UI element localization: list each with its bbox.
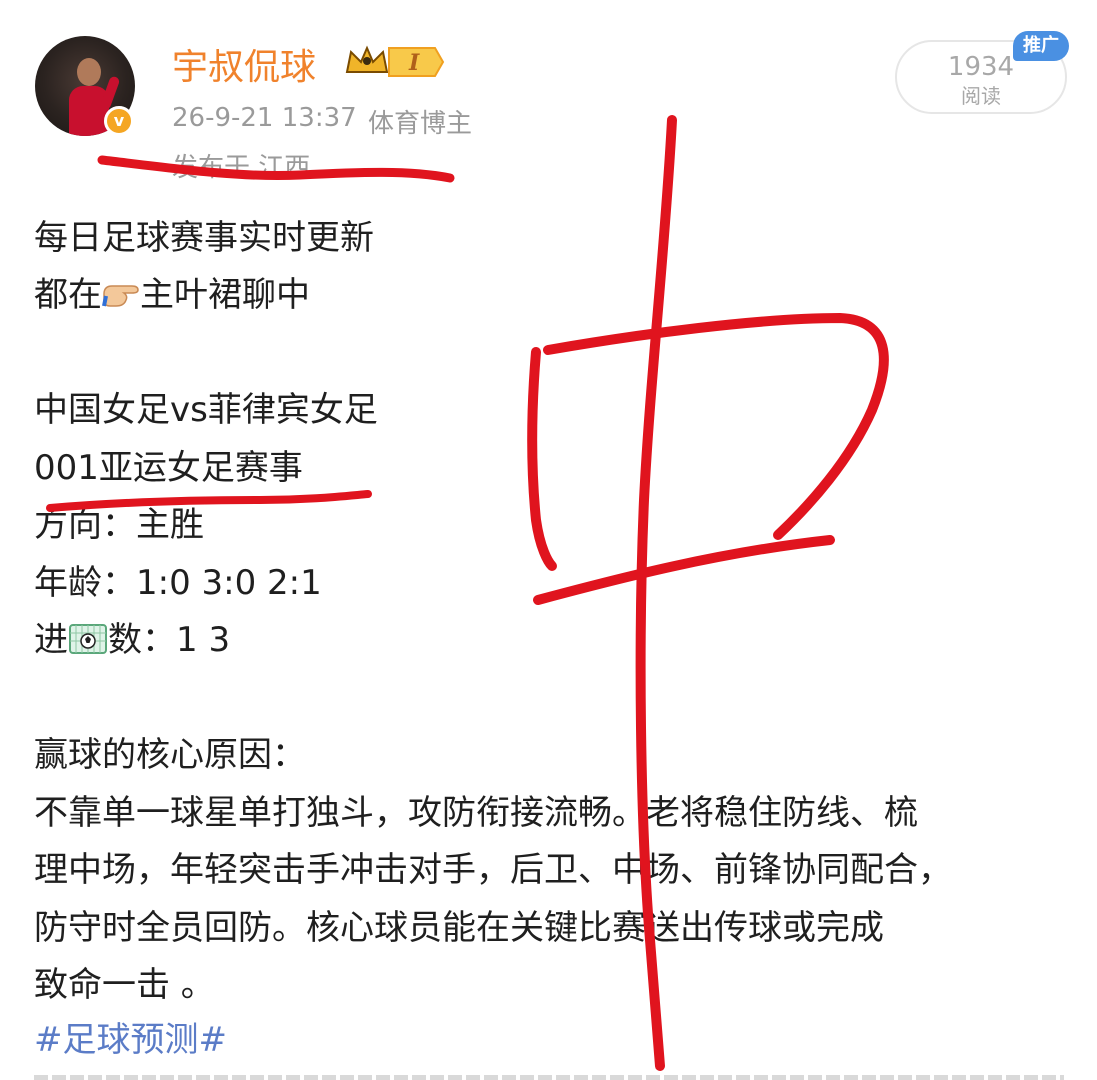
avatar-jersey: [69, 86, 109, 136]
goal-net-icon: [68, 621, 108, 664]
weibo-post: v 宇叔侃球 I 26-9-21 13:37 体育博主 发布于 江西 1934 …: [0, 0, 1097, 1080]
post-line-rest: 数：1 3: [108, 620, 231, 660]
crown-level-badge[interactable]: I: [343, 42, 445, 82]
marker-stroke-left: [527, 347, 557, 571]
post-line: 001亚运女足赛事: [34, 448, 303, 488]
hashtag-link[interactable]: #足球预测#: [34, 1020, 227, 1060]
read-label: 阅读: [961, 84, 1001, 108]
post-line: 年龄：1:0 3:0 2:1: [34, 563, 322, 603]
post-line: 每日足球赛事实时更新: [34, 218, 374, 258]
level-text: I: [408, 50, 420, 76]
post-line-rest: 主叶裙聊中: [140, 275, 310, 315]
author-role: 体育博主: [368, 109, 473, 139]
bottom-divider: [34, 1075, 1064, 1080]
promo-tag: 推广: [1013, 31, 1069, 61]
post-line: 都在 主叶裙聊中: [34, 275, 310, 319]
post-line: 赢球的核心原因：: [34, 735, 306, 775]
post-line: 进数：1 3: [34, 620, 230, 664]
post-line-prefix: 都在: [34, 275, 102, 315]
post-line: 理中场，年轻突击手冲击对手，后卫、中场、前锋协同配合，: [34, 850, 952, 890]
post-line: 中国女足vs菲律宾女足: [34, 390, 378, 430]
post-location: 发布于 江西: [172, 153, 311, 183]
post-line: 致命一击 。: [34, 965, 215, 1005]
marker-stroke-bottom: [533, 535, 835, 605]
author-name[interactable]: 宇叔侃球: [172, 38, 316, 90]
crown-icon: [345, 45, 389, 73]
post-line: 防守时全员回防。核心球员能在关键比赛送出传球或完成: [34, 908, 884, 948]
post-line-prefix: 进: [34, 620, 68, 660]
avatar-head: [77, 58, 101, 86]
pointing-hand-icon: [102, 276, 140, 319]
post-line: 不靠单一球星单打独斗，攻防衔接流畅。老将稳住防线、梳: [34, 793, 918, 833]
verified-v-icon: v: [104, 106, 134, 136]
post-line: 方向：主胜: [34, 505, 204, 545]
post-time: 26-9-21 13:37: [172, 103, 357, 133]
marker-stroke-box: [543, 313, 889, 540]
